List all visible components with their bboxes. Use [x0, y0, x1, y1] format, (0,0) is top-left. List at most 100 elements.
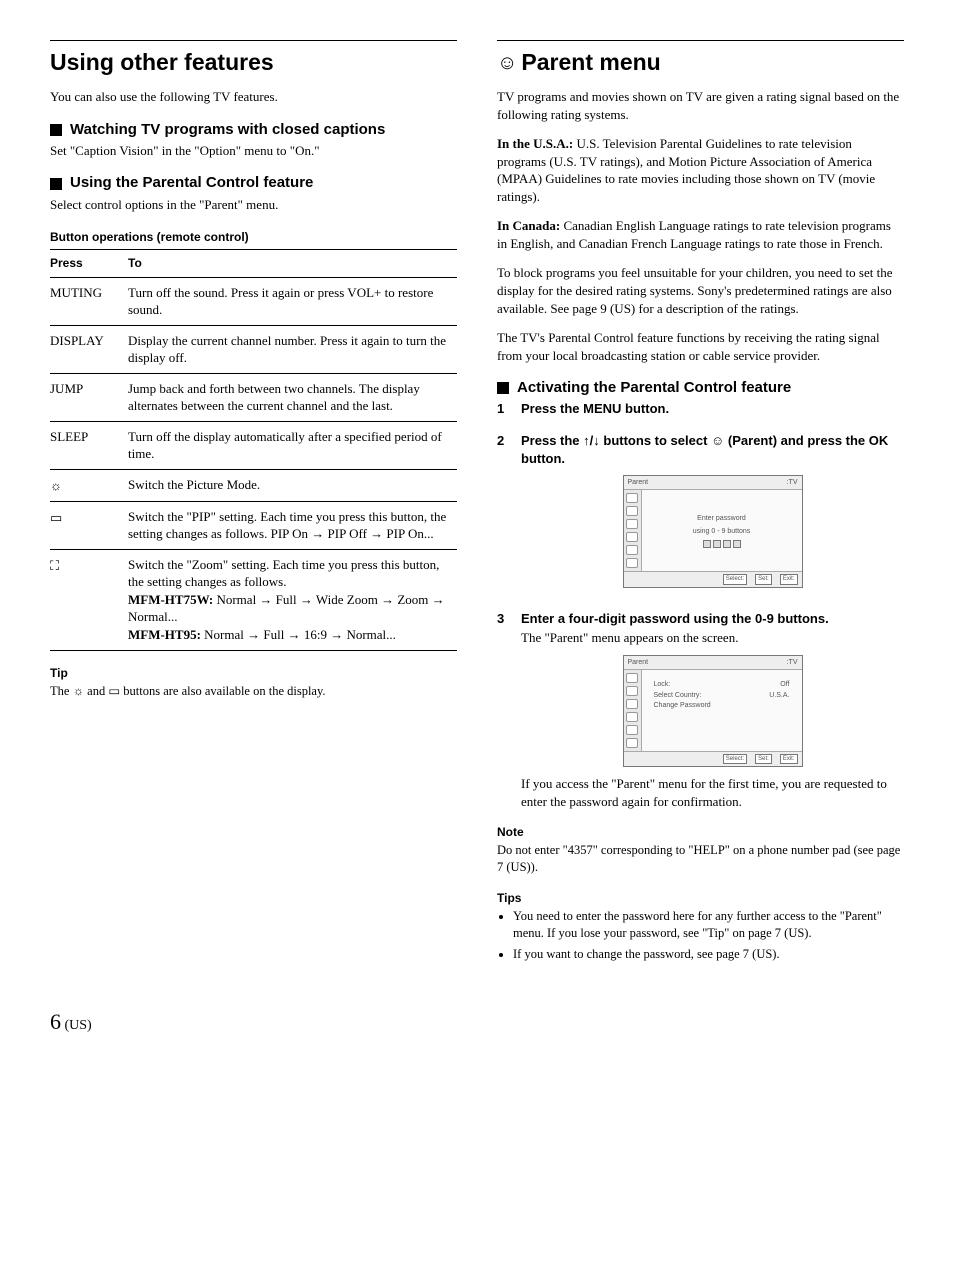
table-row: ☼ Switch the Picture Mode. [50, 469, 457, 501]
ss2-src: :TV [787, 658, 798, 667]
p3-label: In Canada: [497, 218, 560, 233]
th-press: Press [50, 250, 128, 277]
step-2: Press the ↑/↓ buttons to select ☺ (Paren… [497, 432, 904, 596]
right-column: ☺Parent menu TV programs and movies show… [497, 40, 904, 967]
th-to: To [128, 250, 457, 277]
ss1-title: Parent [628, 478, 649, 487]
tip-c: buttons are also available on the displa… [123, 684, 325, 698]
s2b: buttons to select [600, 433, 711, 448]
cell-press: MUTING [50, 277, 128, 325]
subheading-activating: Activating the Parental Control feature [497, 378, 904, 398]
model-1: MFM-HT75W: [128, 592, 213, 607]
step-3-after: If you access the "Parent" menu for the … [521, 775, 904, 810]
table-row: MUTING Turn off the sound. Press it agai… [50, 277, 457, 325]
subheading-captions: Watching TV programs with closed caption… [50, 120, 457, 140]
page-region: (US) [61, 1018, 92, 1033]
p4: To block programs you feel unsuitable fo… [497, 264, 904, 317]
parental-desc: Select control options in the "Parent" m… [50, 196, 457, 214]
page-number: 6 [50, 1009, 61, 1034]
step-3-body: The "Parent" menu appears on the screen. [521, 629, 904, 647]
step-3: Enter a four-digit password using the 0-… [497, 610, 904, 811]
subheading-captions-text: Watching TV programs with closed caption… [70, 120, 385, 140]
cell-to: Switch the "PIP" setting. Each time you … [128, 501, 457, 549]
right-heading-text: Parent menu [521, 49, 660, 75]
left-intro: You can also use the following TV featur… [50, 88, 457, 106]
ss2-r2a: Select Country: [654, 691, 702, 702]
ss1-msg2: using 0 - 9 buttons [693, 527, 751, 536]
ss2-title: Parent [628, 658, 649, 667]
button-operations-table: Press To MUTING Turn off the sound. Pres… [50, 249, 457, 650]
table-row: ▭ Switch the "PIP" setting. Each time yo… [50, 501, 457, 549]
table-row: SLEEP Turn off the display automatically… [50, 421, 457, 469]
cell-to: Switch the "Zoom" setting. Each time you… [128, 549, 457, 650]
p5: The TV's Parental Control feature functi… [497, 329, 904, 364]
tip-heading: Tip [50, 665, 457, 681]
p1: TV programs and movies shown on TV are g… [497, 88, 904, 123]
zoom-icon: ⛶ [50, 557, 59, 575]
model-2: MFM-HT95: [128, 627, 201, 642]
ss2-exit: Exit: [780, 754, 798, 764]
ss1-side-icons [624, 490, 642, 571]
cell-to: Switch the Picture Mode. [128, 469, 457, 501]
cell-press: JUMP [50, 373, 128, 421]
cell-press: ⛶ [50, 549, 128, 650]
updown-icon: ↑/↓ [583, 433, 600, 448]
subheading-parental: Using the Parental Control feature [50, 173, 457, 193]
step-3-text: Enter a four-digit password using the 0-… [521, 610, 904, 628]
cell-press: ☼ [50, 469, 128, 501]
ss1-set: Set: [755, 574, 772, 584]
cell-to: Turn off the display automatically after… [128, 421, 457, 469]
ss2-set: Set: [755, 754, 772, 764]
ss1-select: Select: [723, 574, 747, 584]
cell-to: Jump back and forth between two channels… [128, 373, 457, 421]
left-column: Using other features You can also use th… [50, 40, 457, 967]
brightness-icon: ☼ [73, 683, 84, 700]
s2a: Press the [521, 433, 583, 448]
table-row: ⛶ Switch the "Zoom" setting. Each time y… [50, 549, 457, 650]
ss1-password-boxes [703, 540, 741, 548]
osd-screenshot-1: Parent :TV Enter password using 0 - 9 bu… [623, 475, 803, 588]
pip-icon: ▭ [108, 683, 120, 700]
tips-item-2: If you want to change the password, see … [513, 946, 904, 963]
page-columns: Using other features You can also use th… [50, 40, 904, 967]
cell-press: SLEEP [50, 421, 128, 469]
subheading-activating-text: Activating the Parental Control feature [517, 378, 791, 398]
ss2-select: Select: [723, 754, 747, 764]
step-2-text: Press the ↑/↓ buttons to select ☺ (Paren… [521, 432, 904, 467]
ss2-r1b: Off [780, 680, 789, 691]
right-heading: ☺Parent menu [497, 40, 904, 78]
table-caption: Button operations (remote control) [50, 229, 457, 245]
bullet-square-icon [50, 178, 62, 190]
ss2-r1a: Lock: [654, 680, 671, 691]
ss2-r3a: Change Password [654, 701, 711, 712]
parent-icon: ☺ [711, 433, 724, 448]
tip-b: and [87, 684, 108, 698]
zoom-desc: Switch the "Zoom" setting. Each time you… [128, 557, 439, 590]
p3: In Canada: Canadian English Language rat… [497, 217, 904, 252]
ss1-src: :TV [787, 478, 798, 487]
subheading-parental-text: Using the Parental Control feature [70, 173, 313, 193]
p2-label: In the U.S.A.: [497, 136, 573, 151]
osd-screenshot-2: Parent :TV Lock: Off Select Country: U.S.A… [623, 655, 803, 768]
ss2-r2b: U.S.A. [769, 691, 789, 702]
cell-press: ▭ [50, 501, 128, 549]
table-row: DISPLAY Display the current channel numb… [50, 325, 457, 373]
ss2-side-icons [624, 670, 642, 751]
left-heading: Using other features [50, 40, 457, 78]
tips-list: You need to enter the password here for … [497, 908, 904, 963]
p2: In the U.S.A.: U.S. Television Parental … [497, 135, 904, 205]
brightness-icon: ☼ [50, 477, 62, 495]
cell-to: Display the current channel number. Pres… [128, 325, 457, 373]
note-heading: Note [497, 824, 904, 840]
pip-icon: ▭ [50, 509, 62, 527]
cell-to: Turn off the sound. Press it again or pr… [128, 277, 457, 325]
tips-heading: Tips [497, 890, 904, 906]
steps-list: Press the MENU button. Press the ↑/↓ but… [497, 400, 904, 810]
parent-icon: ☺ [497, 52, 517, 74]
bullet-square-icon [497, 382, 509, 394]
bullet-square-icon [50, 124, 62, 136]
step-1-text: Press the MENU button. [521, 400, 669, 418]
cell-press: DISPLAY [50, 325, 128, 373]
page-footer: 6 (US) [50, 1007, 904, 1037]
tip-body: The ☼ and ▭ buttons are also available o… [50, 683, 457, 701]
